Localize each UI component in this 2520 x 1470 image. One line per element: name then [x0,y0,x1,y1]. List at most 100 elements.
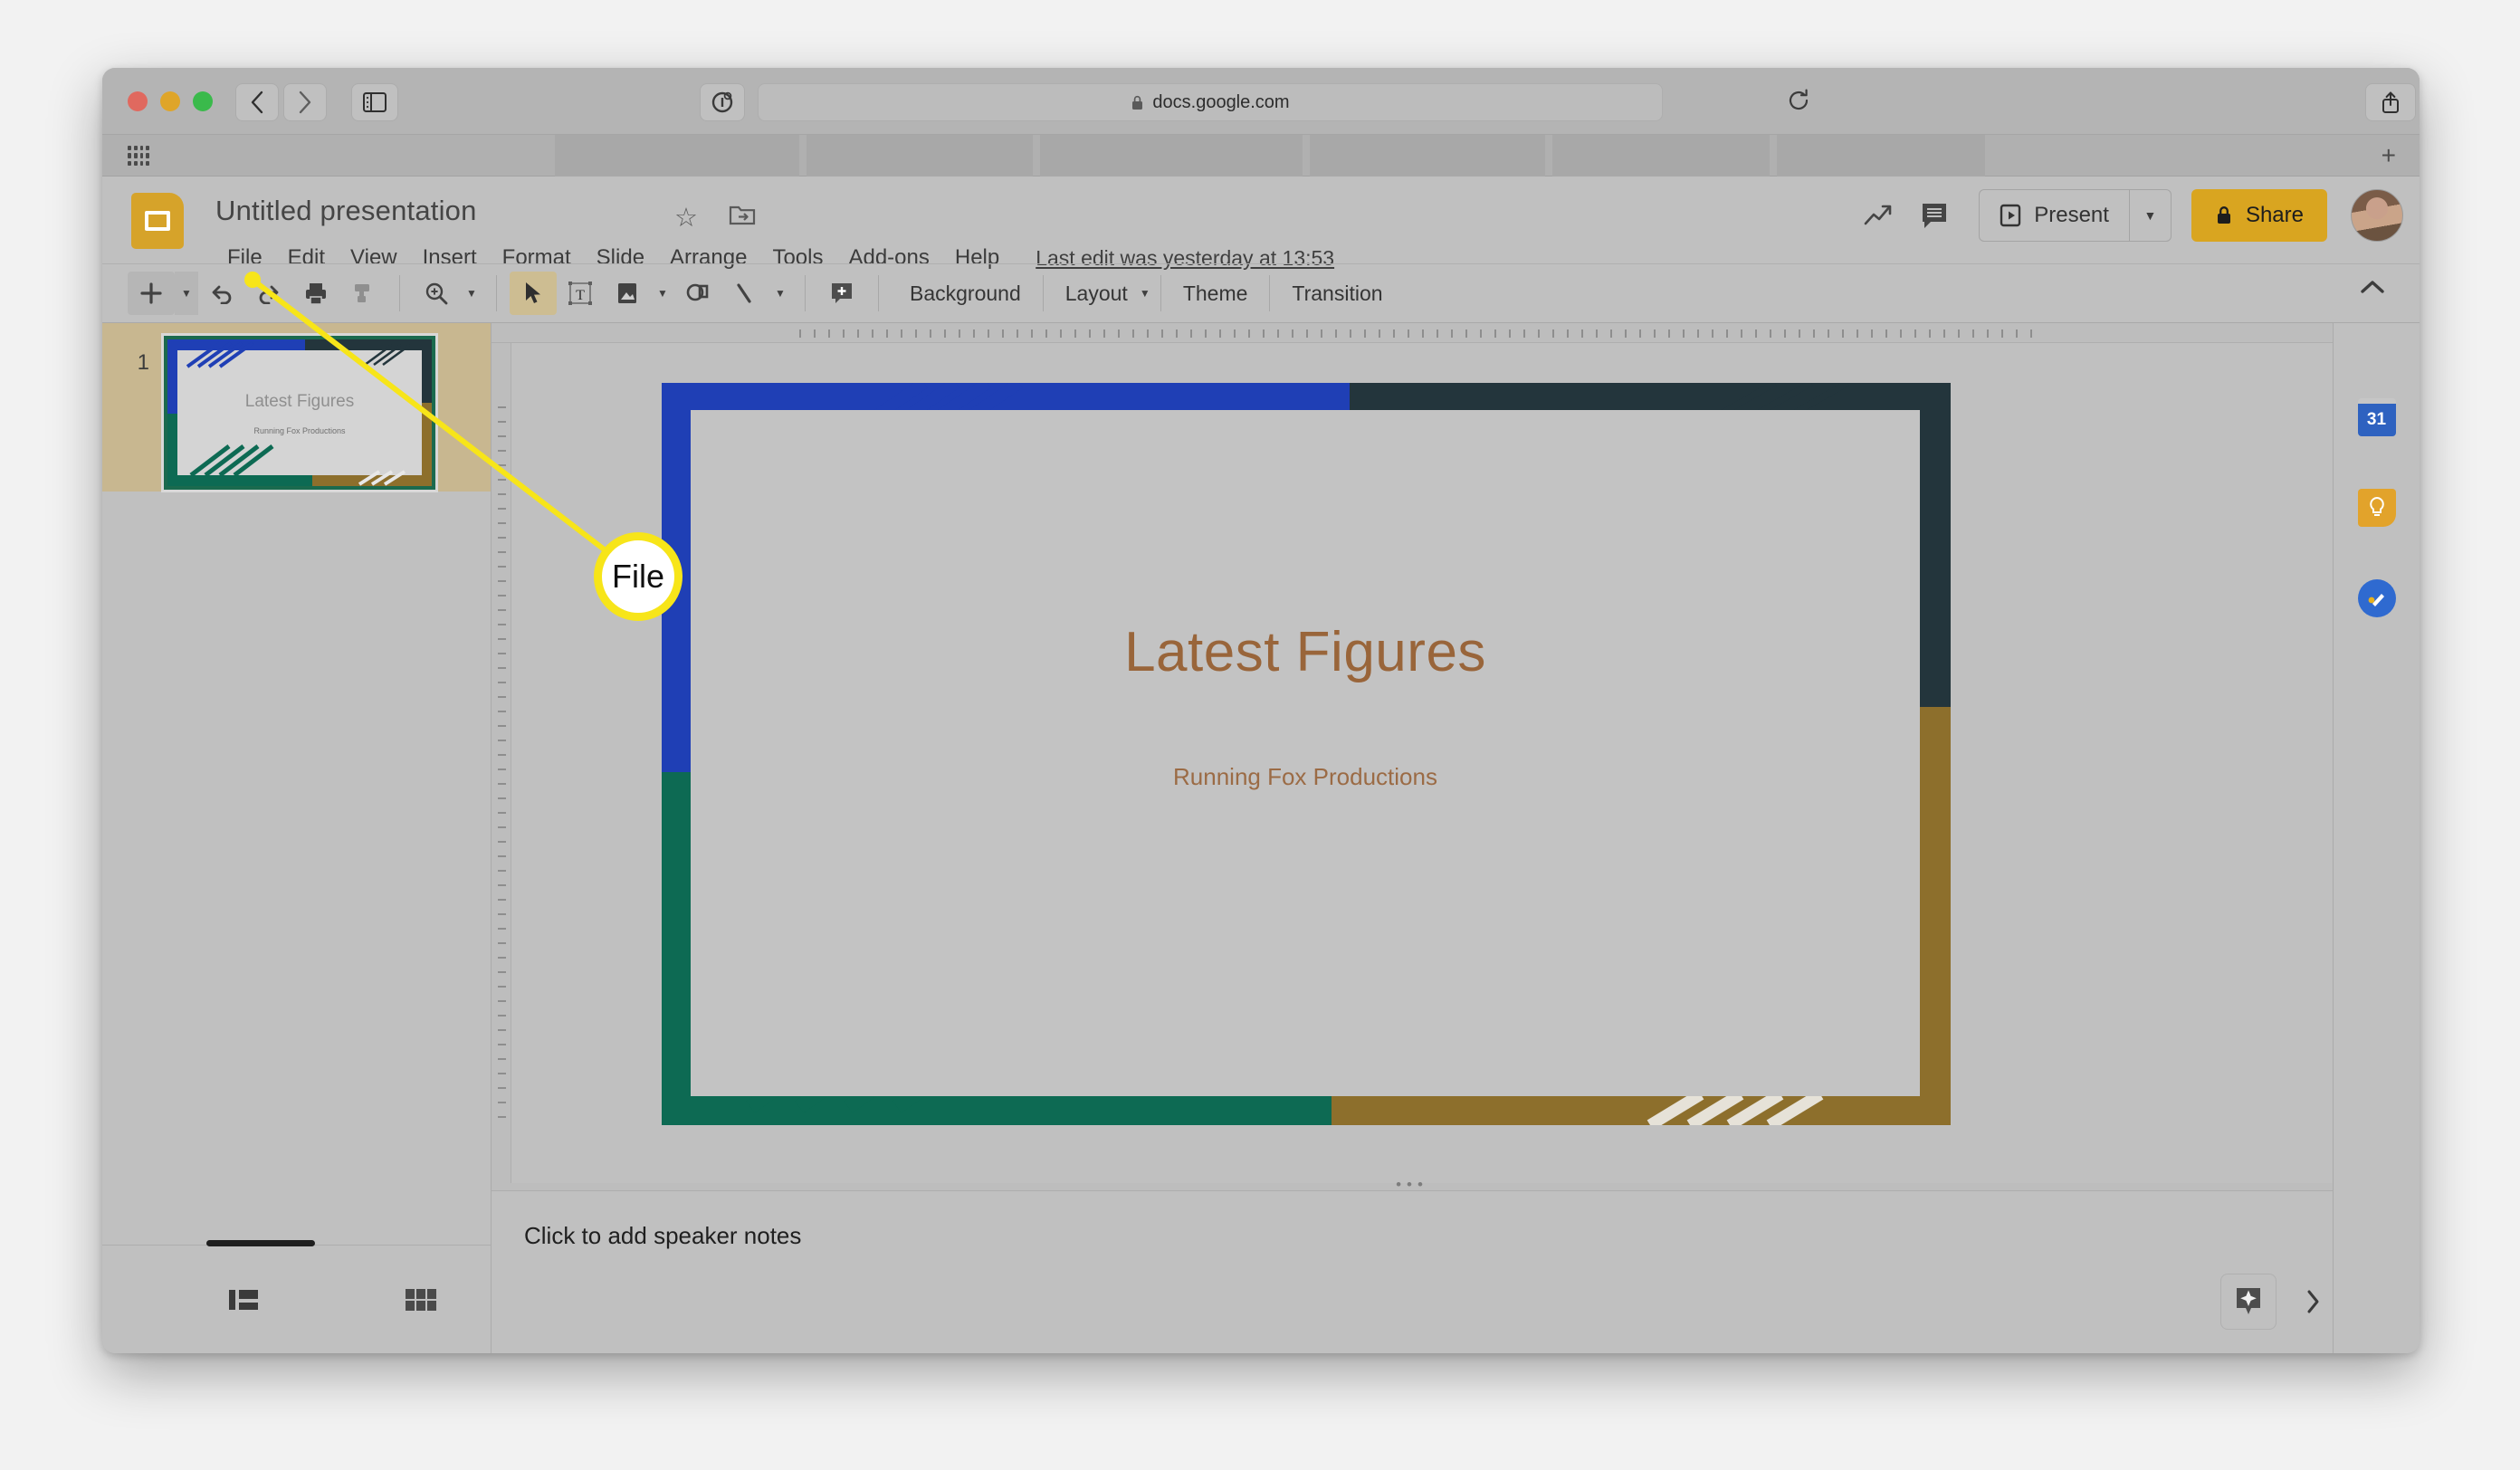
move-to-folder-icon[interactable] [729,202,756,227]
lightbulb-icon [2369,496,2384,516]
thumbnail-graphic [167,339,432,486]
reader-mode-button[interactable] [700,83,745,121]
pencil-check-icon [2368,594,2384,606]
image-dropdown[interactable]: ▼ [651,272,674,315]
slide-canvas-area[interactable]: Latest Figures Running Fox Productions [511,343,2333,1183]
svg-text:T: T [576,288,585,303]
chevron-left-icon [251,91,263,114]
redo-button[interactable] [245,272,292,315]
drag-handle-dots: ••• [1396,1176,1428,1193]
slide-canvas[interactable]: Latest Figures Running Fox Productions [662,383,1951,1125]
new-slide-dropdown[interactable]: ▼ [175,272,198,315]
filmstrip-scrollbar[interactable] [206,1240,315,1246]
paint-format-icon [355,284,369,302]
address-bar[interactable]: docs.google.com [758,83,1663,121]
grid-view-button[interactable] [405,1288,437,1312]
reload-button[interactable] [1786,88,1811,113]
close-window-button[interactable] [128,91,148,111]
present-play-icon [2000,204,2021,227]
insert-image-button[interactable] [604,272,651,315]
lock-icon [1132,95,1143,110]
chevron-right-icon [299,91,311,114]
comments-button[interactable] [1906,187,1962,243]
insert-shape-button[interactable] [674,272,721,315]
explore-sparkle-icon [2237,1288,2260,1314]
slide-content-area[interactable]: Latest Figures Running Fox Productions [691,410,1920,1096]
add-comment-button[interactable] [818,272,865,315]
browser-tab[interactable] [807,135,1033,177]
select-tool-button[interactable] [510,272,557,315]
filmstrip-view-icon [229,1289,258,1310]
header-actions: Present ▼ Share [1850,187,2403,243]
layout-dropdown-icon[interactable]: ▼ [1133,272,1157,315]
undo-button[interactable] [198,272,245,315]
speaker-notes-pane[interactable]: Click to add speaker notes [492,1190,2333,1353]
image-icon [618,283,636,303]
explore-button[interactable] [2220,1274,2277,1330]
minimize-window-button[interactable] [160,91,180,111]
transition-button[interactable]: Transition [1274,282,1400,306]
zoom-button[interactable] [413,272,460,315]
sidebar-toggle-button[interactable] [351,83,398,121]
background-button[interactable]: Background [892,282,1039,306]
expand-panel-button[interactable] [2277,1274,2349,1330]
apps-grid-icon[interactable] [128,146,149,166]
share-label: Share [2245,203,2304,227]
paint-format-button[interactable] [339,272,387,315]
document-title[interactable]: Untitled presentation [215,195,477,227]
filmstrip-slide-1[interactable]: 1 Latest Figures Running Fox Productions [102,323,491,492]
browser-tab-strip: + [102,135,2420,177]
maximize-window-button[interactable] [193,91,213,111]
notes-resize-handle[interactable]: ••• [492,1176,2333,1193]
share-button[interactable]: Share [2191,189,2327,242]
vertical-ruler [492,343,511,1183]
calendar-day-label: 31 [2366,410,2387,429]
zoom-in-icon [425,282,448,305]
google-keep-icon[interactable] [2357,488,2397,528]
toolbar-collapse-button[interactable] [2358,277,2387,297]
text-box-button[interactable]: T [557,272,604,315]
google-slides-logo[interactable] [131,193,184,249]
sidebar-toggle-icon [363,92,387,112]
slide-thumbnail[interactable]: Latest Figures Running Fox Productions [161,333,438,492]
google-calendar-icon[interactable]: 31 [2357,397,2397,437]
document-header: Untitled presentation ☆ File Edit View I… [102,177,2420,270]
print-button[interactable] [292,272,339,315]
browser-toolbar: docs.google.com [102,68,2420,135]
star-icon[interactable]: ☆ [674,202,698,234]
back-button[interactable] [235,83,279,121]
forward-button[interactable] [283,83,327,121]
browser-share-button[interactable] [2365,83,2416,121]
avatar[interactable] [2351,189,2403,242]
line-dropdown[interactable]: ▼ [768,272,792,315]
window-traffic-lights [128,91,213,111]
redo-icon [259,285,279,304]
activity-dashboard-button[interactable] [1850,187,1906,243]
new-tab-button[interactable]: + [2382,143,2396,168]
slide-subtitle[interactable]: Running Fox Productions [691,763,1920,791]
insert-line-button[interactable] [721,272,768,315]
filmstrip-view-button[interactable] [227,1286,260,1313]
present-button-group: Present ▼ [1979,189,2172,242]
shape-icon [686,283,709,301]
browser-tab[interactable] [1552,135,1770,177]
browser-tab[interactable] [1040,135,1303,177]
slide-title[interactable]: Latest Figures [691,620,1920,684]
present-dropdown-button[interactable]: ▼ [2128,190,2171,241]
reload-icon [1789,89,1809,110]
browser-tab[interactable] [555,135,799,177]
zoom-dropdown[interactable]: ▼ [460,272,483,315]
present-button[interactable]: Present [1980,190,2129,241]
print-icon [306,283,326,305]
layout-button[interactable]: Layout [1047,282,1133,306]
grid-view-icon [406,1288,436,1311]
browser-tab[interactable] [1310,135,1545,177]
google-tasks-icon[interactable] [2357,578,2397,618]
trending-up-icon [1864,205,1892,225]
theme-button[interactable]: Theme [1165,282,1266,306]
slide-number: 1 [137,350,149,375]
line-icon [737,283,751,303]
browser-tab[interactable] [1777,135,1985,177]
new-slide-button[interactable] [128,272,175,315]
side-panel-rail: 31 [2333,323,2420,1353]
